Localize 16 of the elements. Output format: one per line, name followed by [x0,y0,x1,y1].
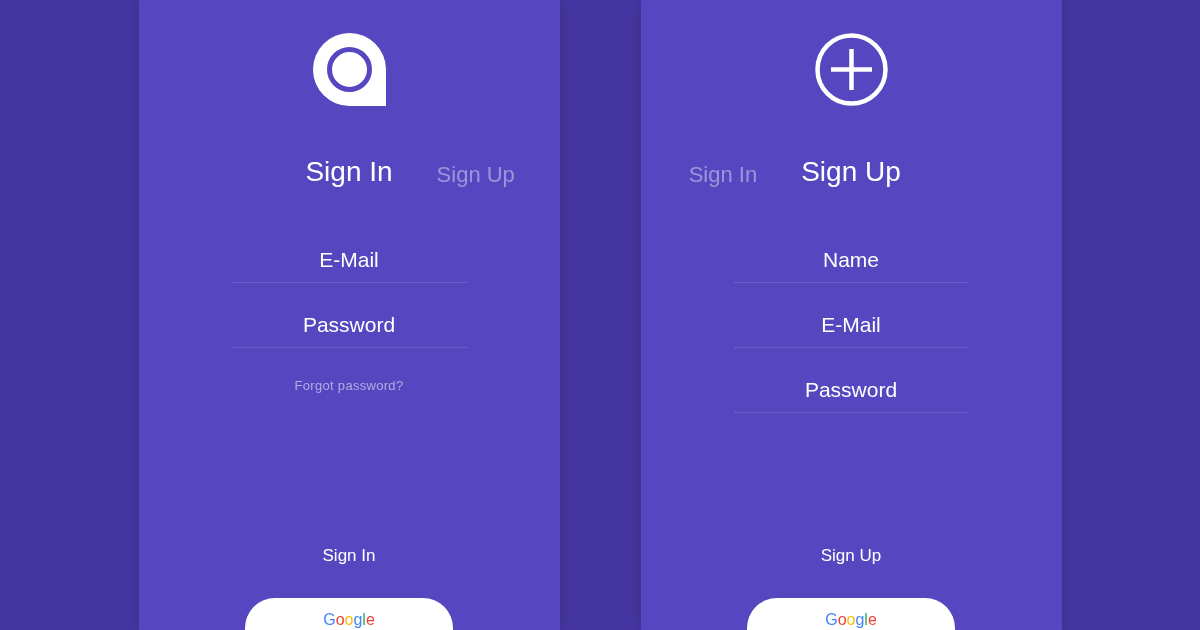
input-field[interactable]: E-Mail [231,238,467,283]
tab[interactable]: Sign Up [436,161,515,189]
google-button[interactable]: Google [245,598,453,630]
tab[interactable]: Sign In [305,155,393,189]
tab[interactable]: Sign In [688,161,758,189]
add-icon [814,33,888,106]
speech-bubble-icon [312,33,386,106]
google-button[interactable]: Google [747,598,955,630]
input-field[interactable]: Password [733,368,969,413]
tab[interactable]: Sign Up [801,155,901,189]
input-field[interactable]: Name [733,238,969,283]
input-field[interactable]: E-Mail [733,303,969,348]
forgot-password-link[interactable]: Forgot password? [294,376,404,396]
input-field[interactable]: Password [231,303,467,348]
submit-button[interactable]: Sign In [322,544,376,568]
submit-button[interactable]: Sign Up [820,544,882,568]
